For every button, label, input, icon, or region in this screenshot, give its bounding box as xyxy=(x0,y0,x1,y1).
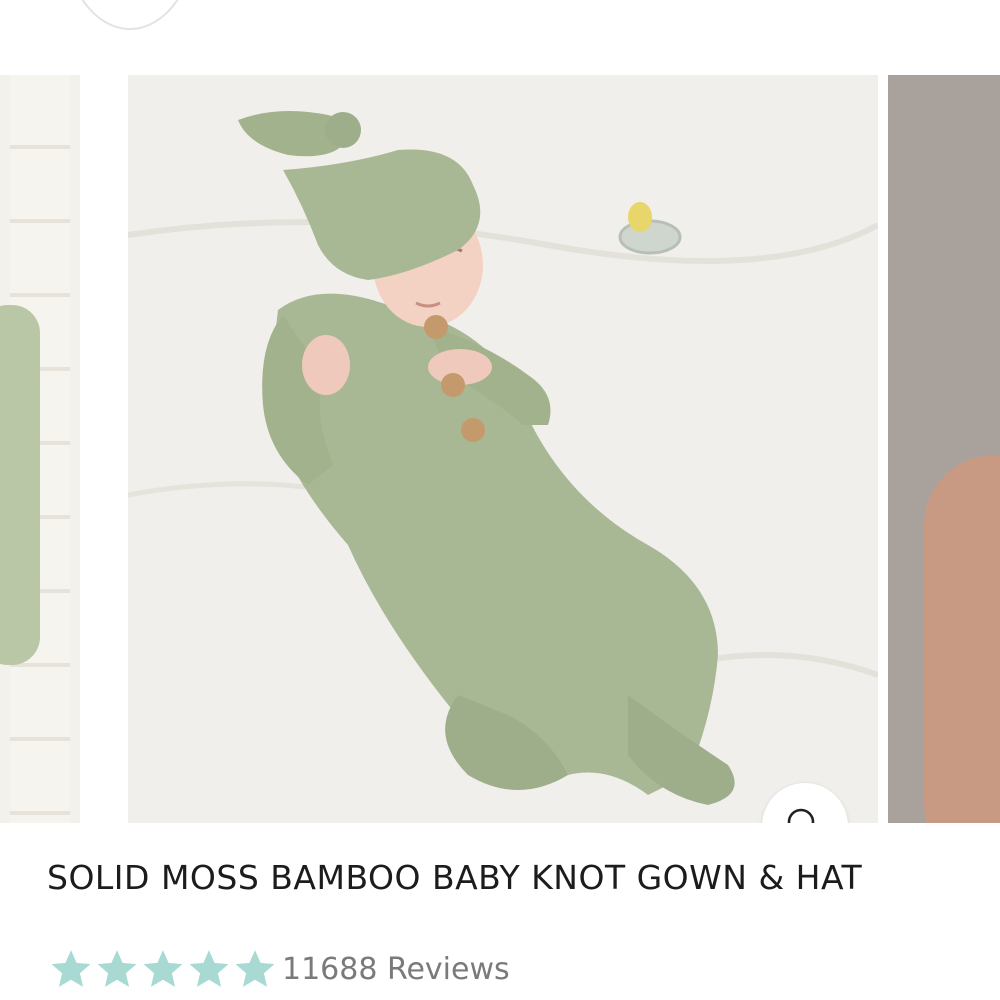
main-product-image[interactable] xyxy=(128,75,878,823)
review-count-link[interactable]: 11688 Reviews xyxy=(282,952,510,987)
hand-image xyxy=(924,455,1000,823)
star-icon xyxy=(50,948,92,990)
header-logo-circle[interactable] xyxy=(62,0,198,30)
previous-slide-image[interactable] xyxy=(0,75,80,823)
magnifier-icon xyxy=(787,808,815,823)
star-icon xyxy=(142,948,184,990)
product-page: SOLID MOSS BAMBOO BABY KNOT GOWN & HAT 1… xyxy=(0,0,1000,1000)
pacifier-image xyxy=(618,202,682,255)
product-title: SOLID MOSS BAMBOO BABY KNOT GOWN & HAT xyxy=(47,858,863,897)
next-slide-image[interactable] xyxy=(888,75,1000,823)
baby-gown-illustration xyxy=(128,111,878,805)
baby-arm-image xyxy=(0,305,40,665)
star-icon xyxy=(96,948,138,990)
star-rating[interactable] xyxy=(50,948,276,990)
star-icon xyxy=(188,948,230,990)
rating-row: 11688 Reviews xyxy=(50,944,510,994)
star-icon xyxy=(234,948,276,990)
product-image-carousel[interactable] xyxy=(0,75,1000,823)
